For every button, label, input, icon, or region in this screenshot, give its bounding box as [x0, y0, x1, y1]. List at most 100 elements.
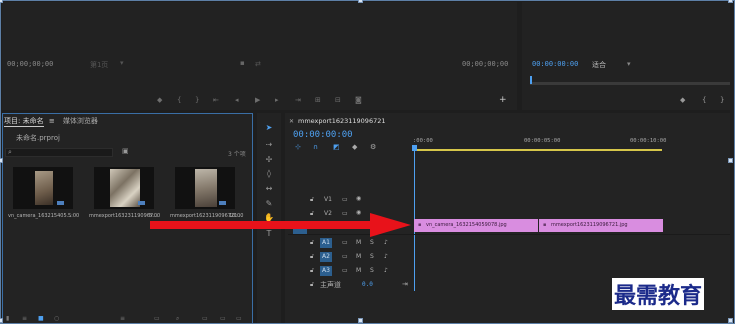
chevron-down-icon[interactable]: ▾ — [120, 59, 124, 67]
resize-handle[interactable] — [0, 0, 3, 3]
source-timecode-in[interactable]: 00;00;00;00 — [7, 60, 53, 68]
arrow-shaft — [150, 221, 372, 229]
find-icon[interactable]: ⌕ — [176, 315, 179, 323]
ripple-edit-tool-icon[interactable]: ✢ — [263, 154, 275, 166]
program-playhead[interactable] — [530, 76, 532, 84]
lock-icon[interactable]: 🔓︎ — [310, 267, 314, 275]
source-page-indicator[interactable]: 第1页 — [90, 60, 108, 70]
mark-out-icon[interactable]: } — [720, 96, 724, 104]
new-bin-icon[interactable]: ▣ — [122, 147, 129, 155]
clip-v1-1[interactable]: ▪ vn_camera_1632154059078.jpg — [414, 219, 538, 232]
mark-out-icon[interactable]: } — [195, 96, 199, 104]
timeline-timecode[interactable]: 00:00:00:00 — [293, 130, 353, 140]
marker-icon[interactable]: ◆ — [352, 143, 357, 151]
mute-button[interactable]: M — [356, 267, 361, 274]
work-area-bar[interactable] — [414, 149, 662, 151]
track-label[interactable]: A2 — [320, 252, 332, 262]
sort-icon[interactable]: ≡ — [120, 315, 125, 322]
settings-icon[interactable]: ▪ — [240, 59, 245, 67]
track-select-tool-icon[interactable]: ⇢ — [263, 139, 275, 151]
go-to-end-icon[interactable]: ⇥ — [402, 280, 408, 288]
tab-project[interactable]: 项目: 未命名 — [4, 117, 44, 127]
solo-button[interactable]: S — [370, 239, 374, 246]
mic-icon[interactable]: ♪ — [384, 267, 388, 274]
linked-selection-icon[interactable]: ◩ — [333, 143, 340, 151]
clip-badge — [138, 201, 145, 205]
source-timecode-out[interactable]: 00;00;00;00 — [462, 60, 508, 68]
menu-icon[interactable]: ≡ — [49, 117, 55, 125]
resize-handle[interactable] — [728, 0, 733, 3]
clear-icon[interactable]: ▭ — [236, 315, 242, 322]
icon-view-icon[interactable]: ■ — [38, 315, 44, 322]
sequence-tab[interactable]: mmexport1623119096721 — [298, 117, 385, 125]
camera-icon[interactable]: ◙ — [355, 96, 362, 104]
mark-in-icon[interactable]: { — [177, 96, 181, 104]
list-view-icon[interactable]: ≡ — [22, 315, 27, 322]
sync-icon[interactable]: ▭ — [342, 267, 348, 274]
magnet-icon[interactable]: ∩ — [313, 143, 318, 151]
track-label[interactable]: V1 — [324, 196, 332, 203]
sync-icon[interactable]: ▭ — [342, 196, 348, 203]
snap-icon[interactable]: ⊹ — [295, 143, 301, 151]
track-label[interactable]: A3 — [320, 266, 332, 276]
marker-icon[interactable]: ◆ — [680, 96, 685, 104]
track-label[interactable]: A1 — [320, 238, 332, 248]
pen-tool-icon[interactable]: ✎ — [263, 198, 275, 210]
thumbnail-image — [35, 171, 53, 205]
resize-handle[interactable] — [358, 318, 363, 323]
go-to-in-icon[interactable]: ⇤ — [213, 96, 219, 104]
go-to-out-icon[interactable]: ⇥ — [295, 96, 301, 104]
razor-tool-icon[interactable]: ◊ — [263, 168, 275, 180]
solo-button[interactable]: S — [370, 253, 374, 260]
wrench-icon[interactable]: ⚙ — [370, 143, 376, 151]
marker-icon[interactable]: ◆ — [157, 96, 162, 104]
close-icon[interactable]: ✕ — [289, 118, 294, 125]
solo-button[interactable]: S — [370, 267, 374, 274]
lock-icon[interactable]: ▮ — [6, 315, 9, 322]
slip-tool-icon[interactable]: ↔ — [263, 183, 275, 195]
step-forward-icon[interactable]: ▸ — [275, 96, 279, 104]
selection-tool-icon[interactable]: ➤ — [263, 122, 275, 134]
mic-icon[interactable]: ♪ — [384, 253, 388, 260]
lock-icon[interactable]: 🔓︎ — [310, 196, 314, 204]
step-back-icon[interactable]: ◂ — [235, 96, 239, 104]
program-timecode[interactable]: 00:00:00:00 — [532, 60, 578, 68]
chevron-down-icon[interactable]: ▾ — [627, 60, 631, 68]
tab-media-browser[interactable]: 媒体浏览器 — [63, 117, 98, 125]
lock-icon[interactable]: 🔓︎ — [310, 281, 314, 289]
resize-handle[interactable] — [728, 318, 733, 323]
eye-icon[interactable]: ◉ — [356, 195, 361, 202]
overwrite-icon[interactable]: ⊟ — [335, 96, 341, 104]
lock-icon[interactable]: 🔓︎ — [310, 239, 314, 247]
lock-icon[interactable]: 🔓︎ — [310, 253, 314, 261]
resize-handle[interactable] — [728, 158, 733, 163]
add-button-icon[interactable]: + — [499, 95, 507, 105]
new-item-icon[interactable]: ▭ — [220, 315, 226, 322]
search-input[interactable]: ⌕ — [5, 148, 113, 157]
clip-badge — [219, 201, 226, 205]
insert-icon[interactable]: ⊞ — [315, 96, 321, 104]
resize-handle[interactable] — [0, 158, 3, 163]
resize-handle[interactable] — [358, 0, 363, 3]
media-thumbnail[interactable] — [13, 167, 73, 209]
mic-icon[interactable]: ♪ — [384, 239, 388, 246]
link-icon[interactable]: ⇄ — [255, 60, 261, 68]
new-bin-icon[interactable]: ▭ — [202, 315, 208, 322]
mute-button[interactable]: M — [356, 253, 361, 260]
clip-v1-2[interactable]: ▪ mmexport1623119096721.jpg — [539, 219, 663, 232]
master-volume[interactable]: 0.0 — [362, 281, 373, 288]
program-monitor: 00:00:00:00 适合 ▾ ◆ { } — [522, 2, 730, 110]
track-master: 🔓︎ 主声道 0.0 — [306, 279, 406, 292]
media-thumbnail[interactable] — [94, 167, 154, 209]
mute-button[interactable]: M — [356, 239, 361, 246]
fit-dropdown[interactable]: 适合 — [592, 60, 606, 70]
program-scrub-bar[interactable] — [530, 82, 730, 85]
automate-icon[interactable]: ▭ — [154, 315, 160, 322]
zoom-slider[interactable]: ○ — [54, 315, 59, 322]
resize-handle[interactable] — [0, 318, 3, 323]
sync-icon[interactable]: ▭ — [342, 253, 348, 260]
sync-icon[interactable]: ▭ — [342, 239, 348, 246]
play-icon[interactable]: ▶ — [255, 96, 260, 104]
mark-in-icon[interactable]: { — [702, 96, 706, 104]
media-thumbnail[interactable] — [175, 167, 235, 209]
